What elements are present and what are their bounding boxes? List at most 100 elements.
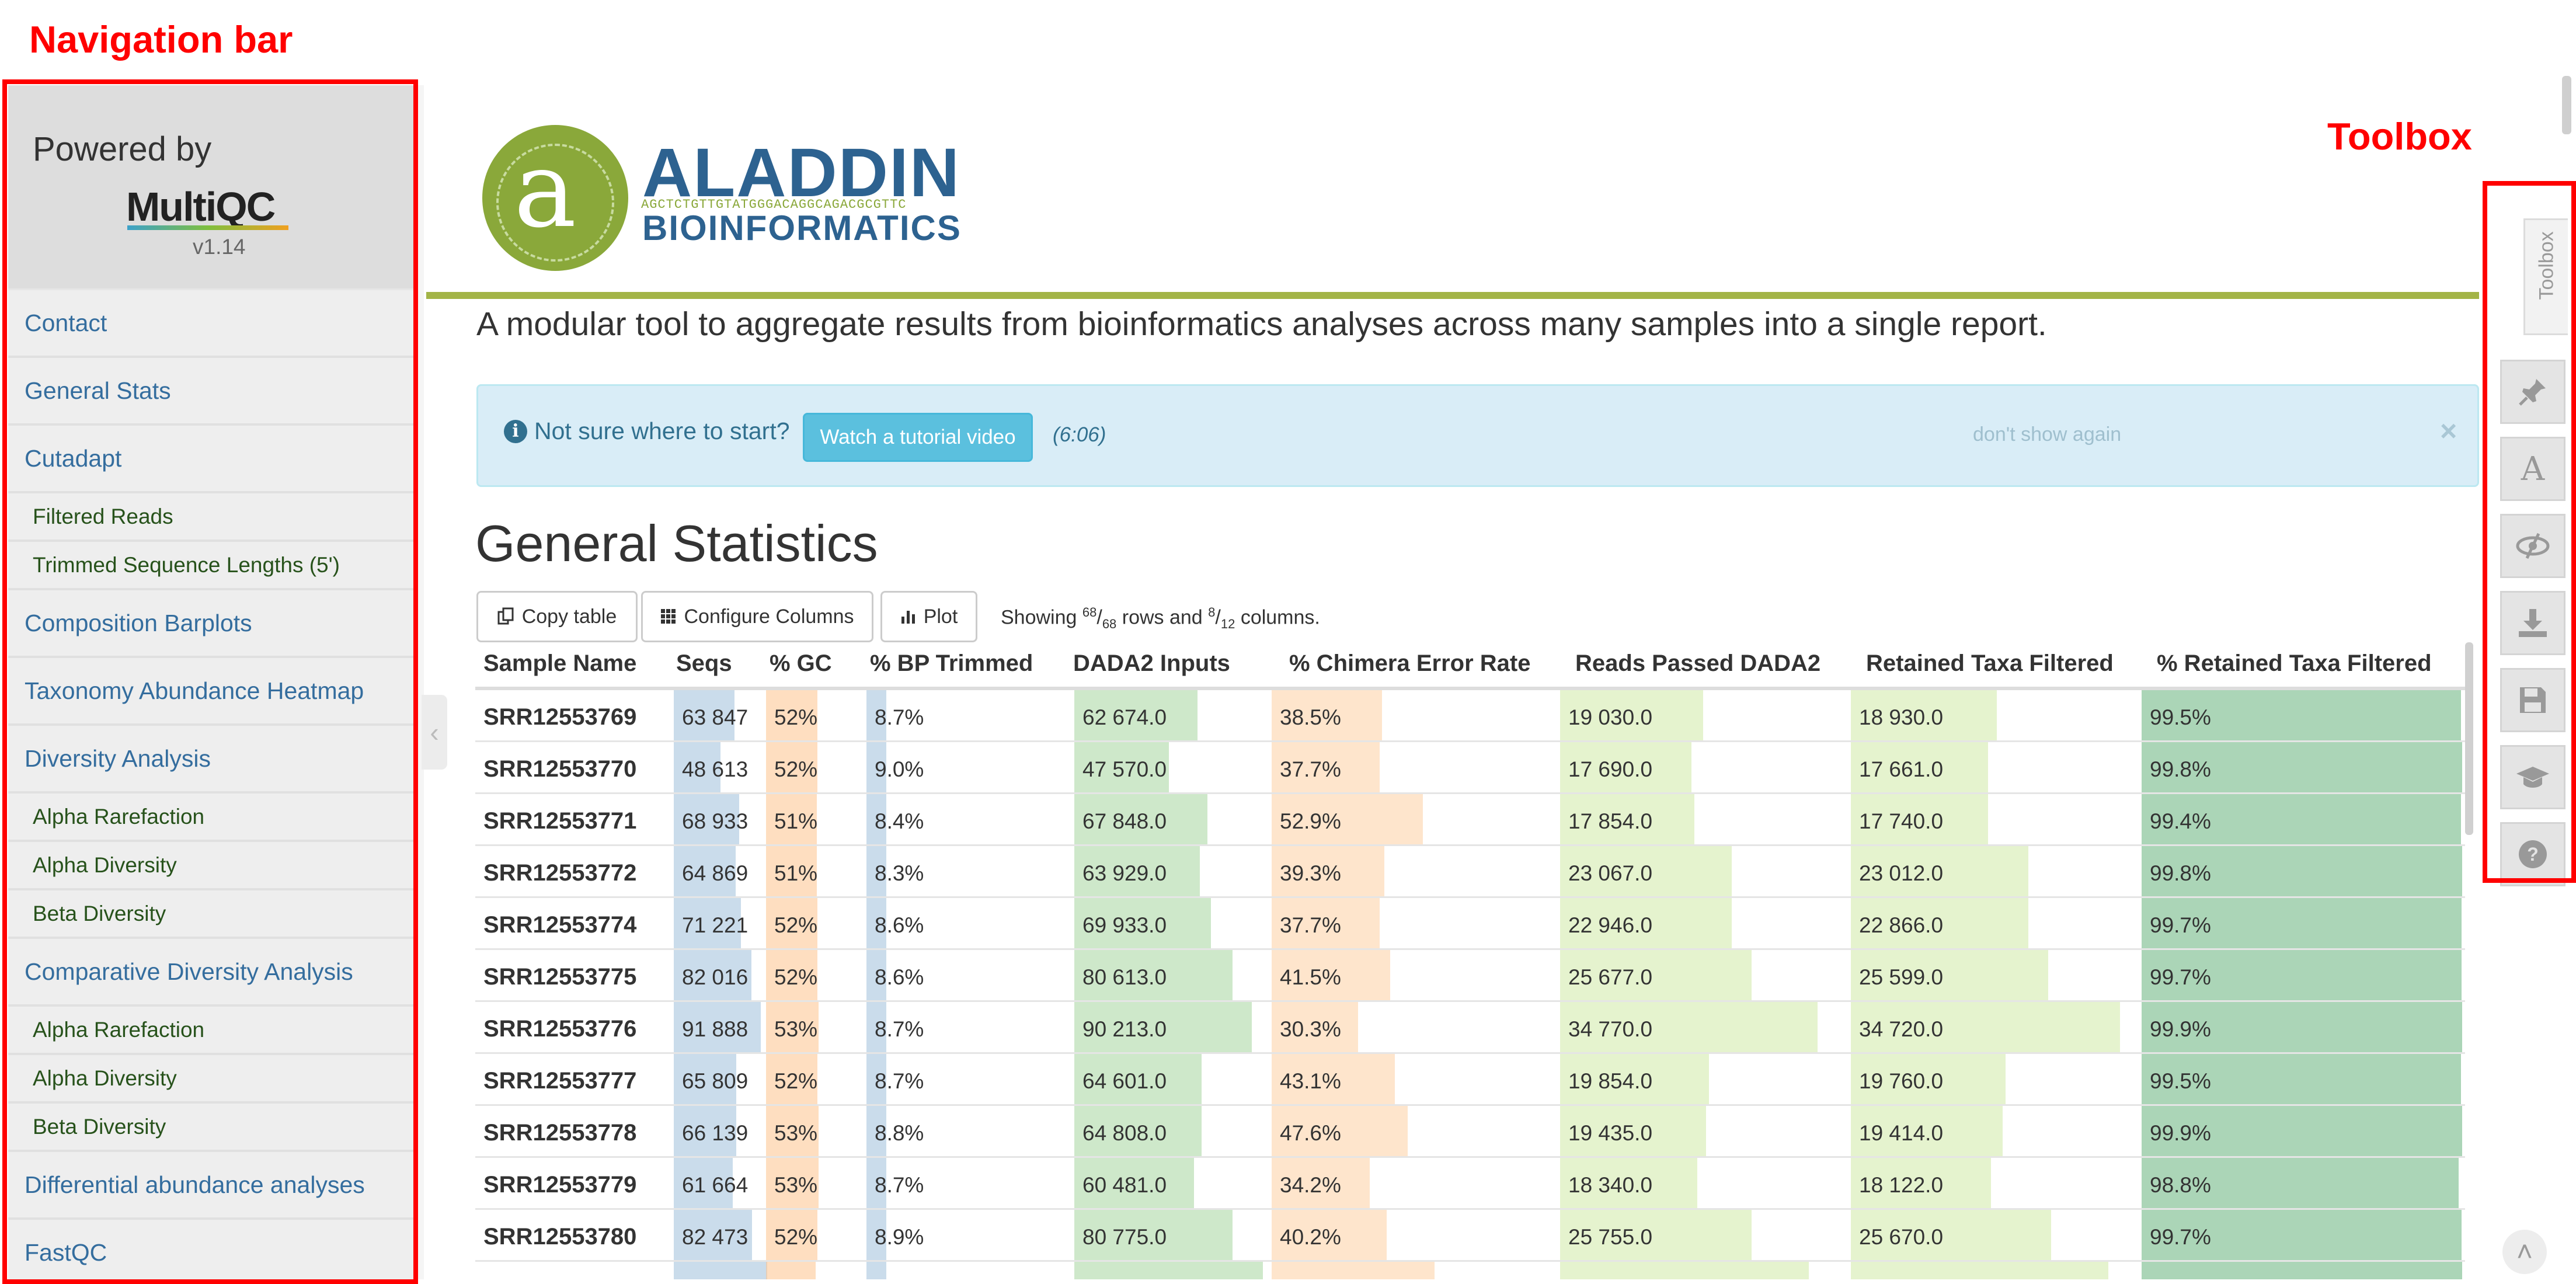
sidebar-item-trimmed-sequence-lengths-5[interactable]: Trimmed Sequence Lengths (5')	[8, 542, 415, 590]
cell-value: 19 435.0	[1568, 1121, 1653, 1145]
cell-value: 17 690.0	[1568, 757, 1653, 781]
sidebar-item-general-stats[interactable]: General Stats	[8, 358, 415, 426]
multiqc-logo[interactable]: MultiQC	[126, 183, 276, 230]
scroll-to-top-button[interactable]: ˄	[2502, 1230, 2547, 1274]
configure-columns-button[interactable]: Configure Columns	[641, 591, 873, 642]
column-header[interactable]: % BP Trimmed	[870, 650, 1033, 677]
sidebar-item-beta-diversity[interactable]: Beta Diversity	[8, 890, 415, 939]
download-icon[interactable]	[2500, 591, 2565, 655]
table-cell-bp: 8.7%	[866, 1002, 1065, 1052]
sidebar-item-differential-abundance-analyses[interactable]: Differential abundance analyses	[8, 1152, 415, 1220]
font-icon[interactable]: A	[2500, 437, 2565, 501]
table-cell-pct: 99.8%	[2142, 846, 2463, 896]
column-header[interactable]: % GC	[770, 650, 832, 677]
sample-name: SRR12553775	[483, 964, 637, 990]
page-scrollbar[interactable]	[2562, 76, 2571, 134]
column-header[interactable]: Seqs	[676, 650, 732, 677]
table-cell-seqs: 82 473	[674, 1210, 767, 1260]
table-cell-retained: 17 661.0	[1851, 742, 2137, 792]
cell-value: 38.5%	[1280, 705, 1341, 729]
sidebar-item-beta-diversity[interactable]: Beta Diversity	[8, 1104, 415, 1152]
sidebar-item-comparative-diversity-analysis[interactable]: Comparative Diversity Analysis	[8, 939, 415, 1007]
table-row: SRR12553778 66 139 53% 8.8% 64 808.0 47.6% 19 …	[475, 1106, 2465, 1158]
tagline: A modular tool to aggregate results from…	[476, 305, 2047, 343]
graduation-cap-icon[interactable]	[2500, 745, 2565, 809]
table-cell-gc: 50%	[766, 1262, 865, 1279]
table-cell-passed: 23 067.0	[1560, 846, 1846, 896]
cell-value: 8.7%	[875, 705, 924, 729]
column-header[interactable]: Retained Taxa Filtered	[1866, 650, 2114, 677]
table-cell-chim: 43.1%	[1272, 1054, 1558, 1104]
table-cell-chim: 30.3%	[1272, 1002, 1558, 1052]
table-scrollbar[interactable]	[2465, 642, 2473, 835]
question-icon[interactable]: ?	[2500, 822, 2565, 886]
table-row: SRR12553779 61 664 53% 8.7% 60 481.0 34.2% 18 …	[475, 1158, 2465, 1210]
table-cell-inputs: 69 933.0	[1074, 898, 1267, 948]
cell-value: 64 601.0	[1082, 1069, 1167, 1093]
pin-icon[interactable]	[2500, 360, 2565, 424]
cell-value: 41.5%	[1280, 965, 1341, 989]
table-cell-inputs: 96 226.0	[1074, 1262, 1267, 1279]
plot-button[interactable]: Plot	[880, 591, 977, 642]
eye-slash-icon[interactable]	[2500, 514, 2565, 578]
table-cell-retained: 19 414.0	[1851, 1106, 2137, 1156]
general-stats-table: Sample Name Seqs % GC % BP Trimmed DADA2 Inp…	[475, 642, 2465, 1279]
column-header[interactable]: % Chimera Error Rate	[1289, 650, 1530, 677]
cell-value: 8.7%	[875, 1173, 924, 1197]
copy-icon	[497, 607, 514, 625]
cell-value: 8.8%	[875, 1121, 924, 1145]
cell-value: 50%	[774, 1277, 817, 1279]
table-cell-retained: 33 254.0	[1851, 1262, 2137, 1279]
cell-value: 63 847	[682, 705, 749, 729]
sidebar-item-contact[interactable]: Contact	[8, 290, 415, 358]
plot-label: Plot	[923, 605, 958, 628]
sidebar-item-composition-barplots[interactable]: Composition Barplots	[8, 590, 415, 658]
sidebar-item-alpha-rarefaction[interactable]: Alpha Rarefaction	[8, 1007, 415, 1055]
sample-name: SRR12553771	[483, 808, 637, 834]
copy-table-button[interactable]: Copy table	[476, 591, 638, 642]
sidebar-item-alpha-diversity[interactable]: Alpha Diversity	[8, 842, 415, 890]
close-icon[interactable]: ×	[2440, 414, 2457, 448]
cell-value: 52%	[774, 1069, 818, 1093]
table-cell-seqs: 71 221	[674, 898, 767, 948]
sidebar-item-fastqc[interactable]: FastQC	[8, 1220, 415, 1279]
sidebar-item-cutadapt[interactable]: Cutadapt	[8, 426, 415, 493]
dont-show-again-link[interactable]: don't show again	[1973, 423, 2121, 446]
table-cell-passed: 19 030.0	[1560, 690, 1846, 740]
table-cell-seqs: 66 139	[674, 1106, 767, 1156]
table-cell-gc: 53%	[766, 1002, 865, 1052]
tutorial-duration: (6:06)	[1053, 423, 1106, 446]
sample-name: SRR12553772	[483, 860, 637, 886]
sidebar-item-alpha-diversity[interactable]: Alpha Diversity	[8, 1055, 415, 1104]
watch-tutorial-button[interactable]: Watch a tutorial video	[803, 413, 1033, 462]
sidebar-item-filtered-reads[interactable]: Filtered Reads	[8, 493, 415, 542]
configure-columns-label: Configure Columns	[684, 605, 854, 628]
sidebar-item-diversity-analysis[interactable]: Diversity Analysis	[8, 726, 415, 794]
save-icon[interactable]	[2500, 668, 2565, 732]
cell-value: 68 933	[682, 809, 749, 833]
column-header[interactable]: % Retained Taxa Filtered	[2157, 650, 2432, 677]
sidebar-item-alpha-rarefaction[interactable]: Alpha Rarefaction	[8, 794, 415, 842]
cell-value: 33 343.0	[1568, 1277, 1652, 1279]
table-cell-seqs: 68 933	[674, 794, 767, 844]
cell-value: 99.7%	[2150, 913, 2211, 937]
cell-value: 53%	[774, 1173, 818, 1197]
table-cell-passed: 22 946.0	[1560, 898, 1846, 948]
toolbox-tab[interactable]: Toolbox	[2523, 218, 2568, 335]
table-cell-passed: 19 435.0	[1560, 1106, 1846, 1156]
cell-value: 8.7%	[875, 1069, 924, 1093]
table-cell-bp: 8.7%	[866, 1158, 1065, 1208]
cell-value: 25 677.0	[1568, 965, 1653, 989]
column-header[interactable]: Reads Passed DADA2	[1575, 650, 1820, 677]
cell-value: 71 221	[682, 913, 749, 937]
column-header[interactable]: DADA2 Inputs	[1073, 650, 1230, 677]
sidebar-item-taxonomy-abundance-heatmap[interactable]: Taxonomy Abundance Heatmap	[8, 658, 415, 726]
column-header[interactable]: Sample Name	[483, 650, 636, 677]
cell-value: 53%	[774, 1017, 818, 1041]
table-cell-retained: 25 599.0	[1851, 950, 2137, 1000]
chevron-left-icon: ‹	[430, 717, 439, 747]
cell-value: 98 082	[682, 1277, 748, 1279]
table-cell-seqs: 64 869	[674, 846, 767, 896]
cell-value: 52%	[774, 757, 818, 781]
sidebar-collapse-button[interactable]: ‹	[422, 695, 447, 770]
